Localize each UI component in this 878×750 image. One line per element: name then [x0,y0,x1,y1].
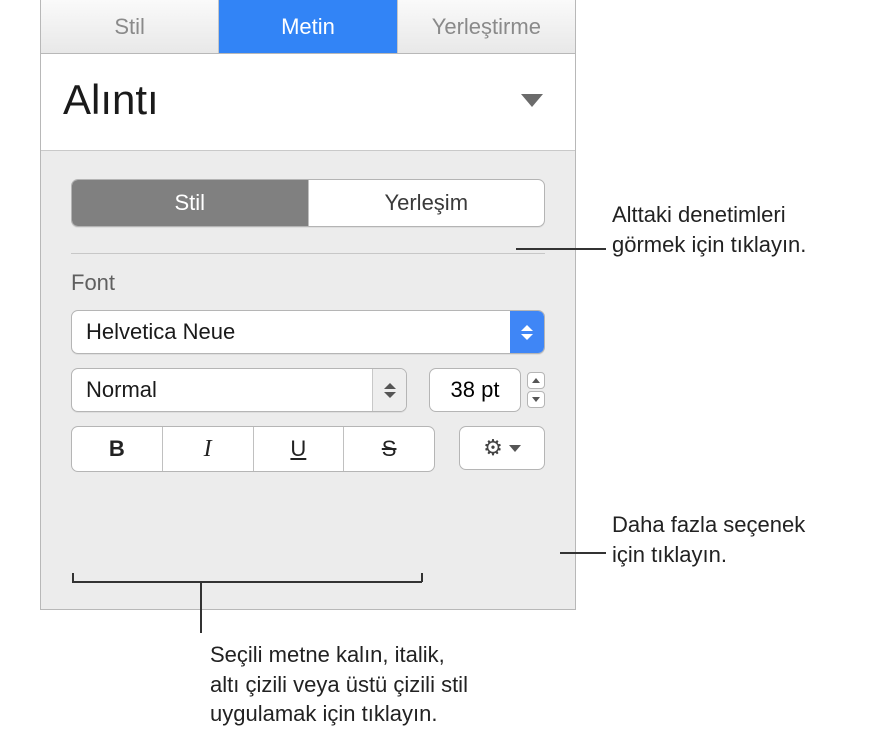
tab-placement[interactable]: Yerleştirme [398,0,575,53]
style-layout-segmented: Stil Yerleşim [71,179,545,227]
callout-leader [72,573,74,582]
callout-leader [560,552,606,554]
chevron-down-icon [509,445,521,452]
font-family-popup[interactable]: Helvetica Neue [71,310,545,354]
seg-layout[interactable]: Yerleşim [308,180,545,226]
paragraph-style-popup[interactable]: Alıntı [41,54,575,151]
italic-button[interactable]: I [162,427,253,471]
callout-segmented: Alttaki denetimleri görmek için tıklayın… [612,200,806,259]
callout-bius: Seçili metne kalın, italik, altı çizili … [210,640,468,729]
stepper-down[interactable] [527,391,545,408]
font-style-popup[interactable]: Normal [71,368,407,412]
stepper-up[interactable] [527,372,545,389]
font-size-field[interactable]: 38 pt [429,368,521,412]
popup-arrows-icon [372,369,406,411]
font-style-value: Normal [72,377,372,403]
top-tabs: Stil Metin Yerleştirme [41,0,575,54]
tab-text[interactable]: Metin [219,0,397,53]
tab-style[interactable]: Stil [41,0,219,53]
callout-leader [421,573,423,582]
gear-icon: ⚙ [483,435,503,461]
paragraph-style-label: Alıntı [63,76,159,124]
font-section-label: Font [71,270,545,296]
format-panel: Stil Metin Yerleştirme Alıntı Stil Yerle… [40,0,576,610]
strikethrough-button[interactable]: S [343,427,434,471]
font-size-value: 38 pt [451,377,500,403]
font-family-value: Helvetica Neue [72,319,510,345]
bold-button[interactable]: B [72,427,162,471]
bius-group: B I U S [71,426,435,472]
panel-body: Stil Yerleşim Font Helvetica Neue Normal… [41,151,575,472]
underline-button[interactable]: U [253,427,344,471]
callout-leader [72,581,422,583]
chevron-down-icon [521,94,543,107]
divider [71,253,545,254]
font-size-stepper [527,368,545,412]
advanced-options-button[interactable]: ⚙ [459,426,545,470]
callout-gear: Daha fazla seçenek için tıklayın. [612,510,805,569]
callout-leader [516,248,606,250]
popup-arrows-icon [510,311,544,353]
seg-style[interactable]: Stil [72,180,308,226]
callout-leader [200,581,202,633]
